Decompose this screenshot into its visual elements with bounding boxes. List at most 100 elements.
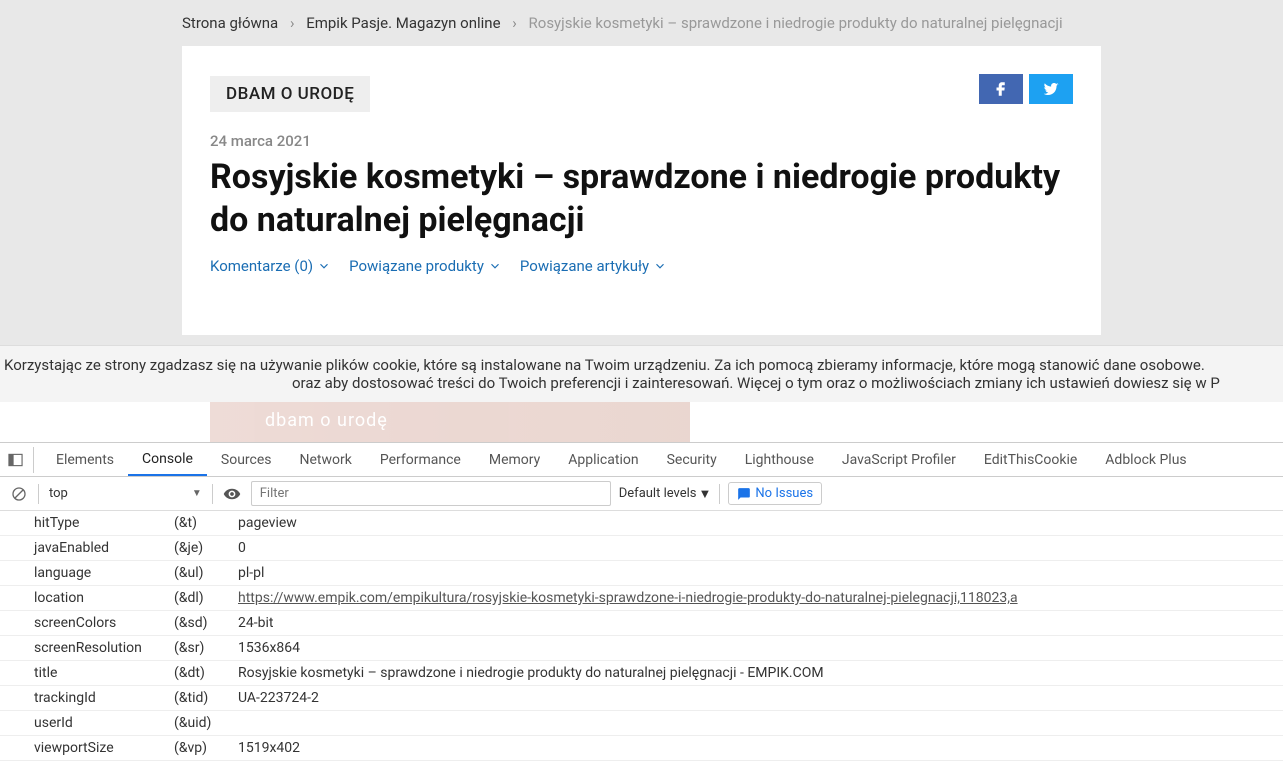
breadcrumb-current: Rosyjskie kosmetyki – sprawdzone i niedr… [529, 14, 1063, 32]
dropdown-triangle-icon: ▼ [192, 488, 202, 499]
console-value: pageview [238, 515, 1283, 531]
related-articles-link[interactable]: Powiązane artykuły [520, 257, 667, 275]
dropdown-triangle-icon: ▼ [699, 486, 712, 502]
share-facebook-button[interactable] [979, 74, 1023, 104]
hero-overlay-label: dbam o urodę [265, 410, 388, 431]
devtools-tab-bar: ElementsConsoleSourcesNetworkPerformance… [0, 443, 1283, 477]
console-value[interactable]: https://www.empik.com/empikultura/rosyjs… [238, 590, 1283, 606]
console-value: 0 [238, 540, 1283, 556]
console-key: userId [34, 715, 174, 731]
toolbar-separator [212, 484, 213, 504]
console-key: title [34, 665, 174, 681]
breadcrumb: Strona główna › Empik Pasje. Magazyn onl… [0, 0, 1283, 46]
console-row: location(&dl)https://www.empik.com/empik… [0, 586, 1283, 611]
console-param: (&dl) [174, 590, 238, 606]
article-card: DBAM O URODĘ 24 marca 2021 Rosyjskie kos… [182, 46, 1101, 335]
console-row: trackingId(&tid)UA-223724-2 [0, 686, 1283, 711]
console-param: (&ul) [174, 565, 238, 581]
category-badge[interactable]: DBAM O URODĘ [210, 76, 370, 112]
console-param: (&sd) [174, 615, 238, 631]
console-key: screenColors [34, 615, 174, 631]
console-key: trackingId [34, 690, 174, 706]
console-value: 1519x402 [238, 740, 1283, 756]
cookie-text-line2: oraz aby dostosować treści do Twoich pre… [4, 374, 1279, 392]
cookie-text-line1: Korzystając ze strony zgadzasz się na uż… [4, 356, 1279, 374]
console-toolbar: top ▼ Default levels ▼ No Issues [0, 477, 1283, 511]
related-products-link[interactable]: Powiązane produkty [349, 257, 502, 275]
toolbar-separator [38, 484, 39, 504]
devtools-tab-lighthouse[interactable]: Lighthouse [731, 443, 828, 476]
article-hero-preview: dbam o urodę [182, 402, 1101, 442]
issues-button[interactable]: No Issues [728, 482, 822, 505]
chevron-down-icon [317, 259, 331, 273]
console-key: javaEnabled [34, 540, 174, 556]
devtools-tab-elements[interactable]: Elements [42, 443, 128, 476]
console-row: screenColors(&sd)24-bit [0, 611, 1283, 636]
console-row: userId(&uid) [0, 711, 1283, 736]
console-output: hitType(&t)pageviewjavaEnabled(&je)0lang… [0, 511, 1283, 761]
console-value: 1536x864 [238, 640, 1283, 656]
context-selector[interactable]: top ▼ [47, 482, 204, 505]
devtools-tab-security[interactable]: Security [653, 443, 731, 476]
article-date: 24 marca 2021 [210, 132, 1073, 150]
breadcrumb-separator: › [290, 14, 295, 32]
toolbar-separator [719, 484, 720, 504]
console-value [238, 715, 1283, 731]
facebook-icon [992, 80, 1010, 98]
breadcrumb-separator: › [512, 14, 517, 32]
log-levels-selector[interactable]: Default levels ▼ [619, 486, 712, 502]
share-twitter-button[interactable] [1029, 74, 1073, 104]
comments-label: Komentarze (0) [210, 257, 313, 275]
console-row: javaEnabled(&je)0 [0, 536, 1283, 561]
devtools-tab-console[interactable]: Console [128, 443, 207, 476]
console-row: title(&dt)Rosyjskie kosmetyki – sprawdzo… [0, 661, 1283, 686]
context-label: top [49, 486, 68, 501]
console-filter-input[interactable] [251, 481, 611, 506]
console-key: viewportSize [34, 740, 174, 756]
console-value: 24-bit [238, 615, 1283, 631]
twitter-icon [1042, 80, 1060, 98]
console-value: UA-223724-2 [238, 690, 1283, 706]
console-param: (&sr) [174, 640, 238, 656]
devtools-panel: ElementsConsoleSourcesNetworkPerformance… [0, 442, 1283, 761]
console-param: (&tid) [174, 690, 238, 706]
devtools-tab-sources[interactable]: Sources [207, 443, 286, 476]
devtools-tab-adblock-plus[interactable]: Adblock Plus [1091, 443, 1200, 476]
devtools-tab-performance[interactable]: Performance [366, 443, 475, 476]
console-param: (&uid) [174, 715, 238, 731]
console-key: screenResolution [34, 640, 174, 656]
console-param: (&t) [174, 515, 238, 531]
dock-side-icon[interactable] [8, 447, 34, 473]
chevron-down-icon [488, 259, 502, 273]
console-row: screenResolution(&sr)1536x864 [0, 636, 1283, 661]
chevron-down-icon [653, 259, 667, 273]
devtools-tab-application[interactable]: Application [554, 443, 652, 476]
devtools-tab-javascript-profiler[interactable]: JavaScript Profiler [828, 443, 970, 476]
article-title: Rosyjskie kosmetyki – sprawdzone i niedr… [210, 156, 1073, 241]
breadcrumb-section[interactable]: Empik Pasje. Magazyn online [306, 14, 500, 32]
console-param: (&vp) [174, 740, 238, 756]
console-value: pl-pl [238, 565, 1283, 581]
console-param: (&je) [174, 540, 238, 556]
console-key: location [34, 590, 174, 606]
chat-icon [737, 487, 751, 501]
log-levels-label: Default levels [619, 486, 697, 501]
cookie-consent-bar: Korzystając ze strony zgadzasz się na uż… [0, 345, 1283, 402]
console-row: hitType(&t)pageview [0, 511, 1283, 536]
breadcrumb-home[interactable]: Strona główna [182, 14, 278, 32]
live-expression-button[interactable] [221, 483, 243, 505]
console-key: language [34, 565, 174, 581]
related-articles-label: Powiązane artykuły [520, 257, 649, 275]
related-products-label: Powiązane produkty [349, 257, 484, 275]
console-row: viewportSize(&vp)1519x402 [0, 736, 1283, 761]
devtools-tab-memory[interactable]: Memory [475, 443, 554, 476]
issues-label: No Issues [755, 486, 813, 501]
comments-link[interactable]: Komentarze (0) [210, 257, 331, 275]
console-key: hitType [34, 515, 174, 531]
devtools-tab-network[interactable]: Network [286, 443, 366, 476]
clear-console-button[interactable] [8, 483, 30, 505]
console-value: Rosyjskie kosmetyki – sprawdzone i niedr… [238, 665, 1283, 681]
console-param: (&dt) [174, 665, 238, 681]
console-row: language(&ul)pl-pl [0, 561, 1283, 586]
devtools-tab-editthiscookie[interactable]: EditThisCookie [970, 443, 1091, 476]
